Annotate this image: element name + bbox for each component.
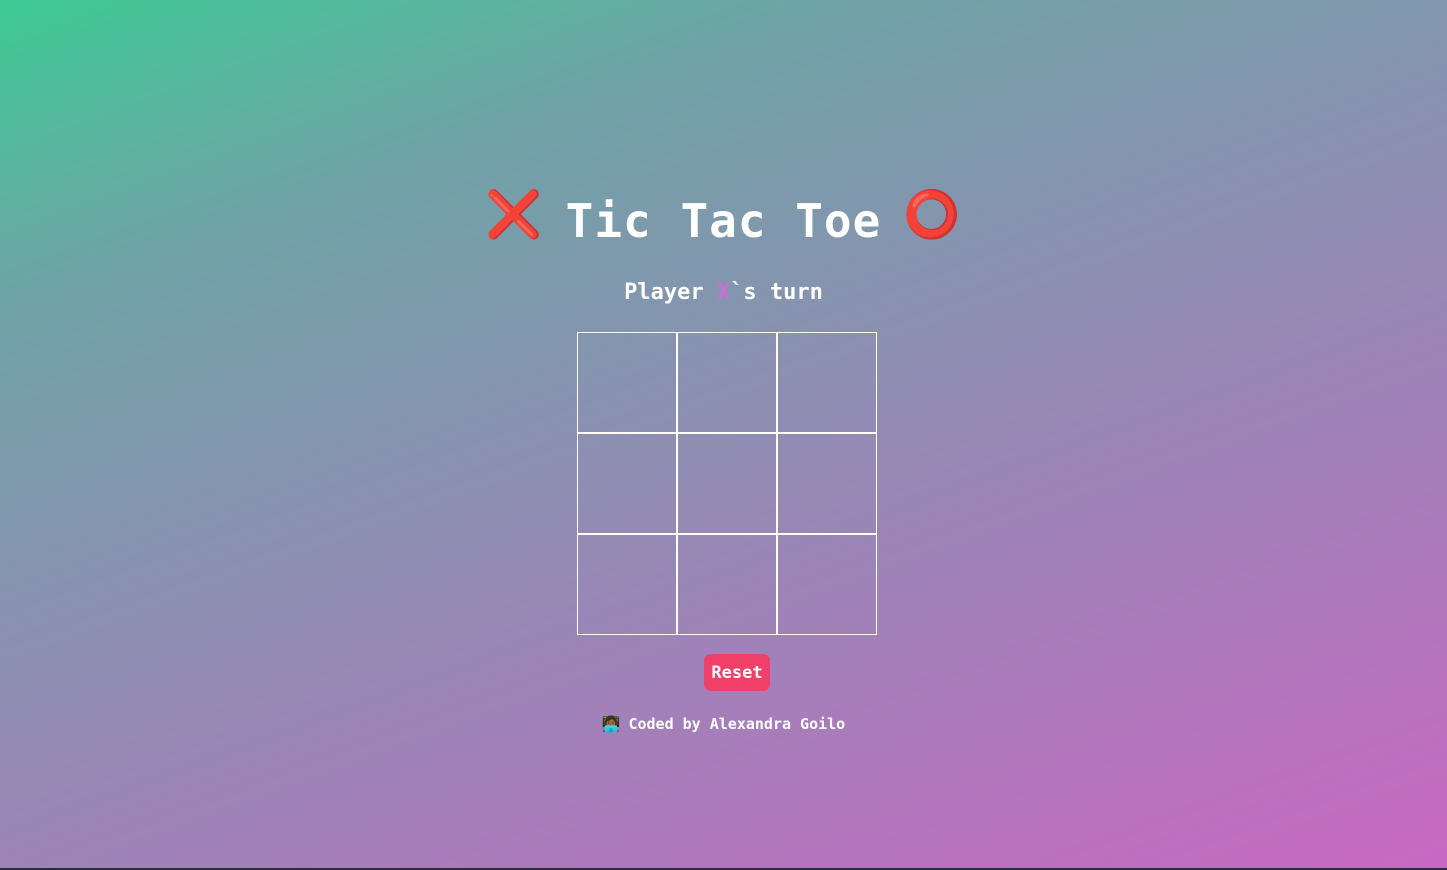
board-cell-7[interactable] [577,534,677,635]
title-text: Tic Tac Toe [565,193,882,248]
credit-text: Coded by Alexandra Goilo [628,714,846,733]
status-suffix: `s turn [730,280,823,305]
page-title: ❌ Tic Tac Toe ⭕ [0,187,1447,248]
woman-technologist-icon: 👩🏾‍💻 [601,714,621,733]
board-cell-9[interactable] [777,534,877,635]
game-board [577,332,877,635]
board-cell-3[interactable] [777,332,877,433]
board-cell-1[interactable] [577,332,677,433]
status-prefix: Player [624,280,717,305]
board-cell-2[interactable] [677,332,777,433]
board-cell-8[interactable] [677,534,777,635]
board-cell-4[interactable] [577,433,677,534]
board-cell-6[interactable] [777,433,877,534]
hollow-circle-icon: ⭕ [903,187,962,241]
cross-mark-icon: ❌ [485,187,544,241]
footer-credit: 👩🏾‍💻 Coded by Alexandra Goilo [0,714,1447,733]
game-page: ❌ Tic Tac Toe ⭕ Player X`s turn Reset 👩🏾‍💻… [0,0,1447,870]
turn-status: Player X`s turn [0,280,1447,305]
board-cell-5[interactable] [677,433,777,534]
current-player: X [716,280,731,305]
reset-button[interactable]: Reset [704,654,770,691]
